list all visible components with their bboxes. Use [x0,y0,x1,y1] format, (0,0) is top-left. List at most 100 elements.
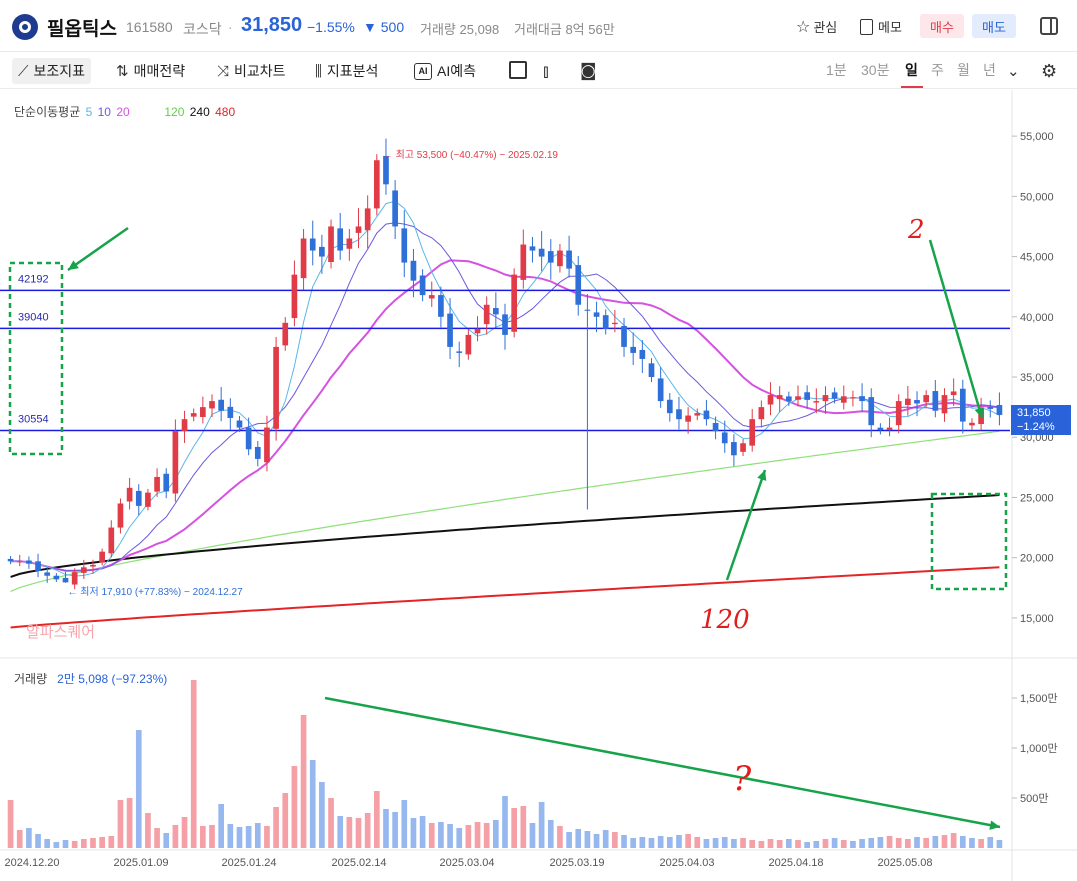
compare-label: 비교차트 [234,63,286,79]
volume-bar [309,760,316,848]
indicators-button[interactable]: ⟋ 보조지표 [12,58,92,84]
candle-body [877,427,884,431]
watch-button[interactable]: ☆ 관심 [796,14,837,39]
period-year[interactable]: 년 [983,60,996,80]
ai-predict-button[interactable]: AI AI예측 [414,58,476,84]
volume-bar [547,820,554,848]
volume-bar [795,840,801,848]
volume-bar [7,800,14,848]
separator-dot: · [228,19,233,35]
volume-bar [758,841,765,848]
side-panel-icon[interactable] [1040,17,1058,35]
volume-bar [337,816,344,848]
ma240-label: 240 [189,105,210,119]
candle-body [493,308,499,315]
y-tick-label: 50,000 [1020,191,1054,203]
sell-button[interactable]: 매도 [972,14,1016,38]
square-tool-icon[interactable] [509,61,527,79]
period-1min[interactable]: 1분 [826,60,847,80]
camera-icon[interactable]: ◙ [580,58,602,84]
candle-body [767,395,774,405]
volume-bar [932,836,939,848]
volume-bar [566,832,572,848]
candle-body [419,275,426,296]
candle-body [483,304,490,325]
candle-body [346,238,353,249]
watermark: 알파스퀘어 [26,624,96,641]
high-annotation: ← 최고 53,500 (−40.47%) − 2025.02.19 [383,149,559,161]
candle-body [309,238,316,251]
x-tick-label: 2025.05.08 [877,857,932,869]
candle-body [401,228,408,263]
volume-bar [282,793,289,848]
volume-bar [154,828,160,848]
strategy-button[interactable]: ⇅ 매매전략 [116,58,185,84]
candle-body [740,443,746,452]
x-tick-label: 2024.12.20 [4,857,59,869]
candle-body [905,398,911,406]
volume-tick-label: 500만 [1020,792,1048,805]
period-week[interactable]: 주 [931,60,944,80]
volume-bar [392,812,398,848]
volume-bar [117,800,124,848]
candle-body [99,551,105,563]
volume-bar [209,825,215,848]
period-30min[interactable]: 30분 [861,60,889,80]
volume-bar [502,796,508,848]
period-month[interactable]: 월 [957,60,970,80]
volume-bar [200,826,206,848]
volume-bar [383,809,389,848]
volume-bar [914,837,920,848]
memo-icon [860,18,873,35]
annotation-arrow-ma120 [725,469,767,581]
ma480-label: 480 [215,105,236,119]
star-icon: ☆ [796,17,811,36]
volume-bar [529,823,536,848]
chevron-down-icon[interactable]: ⌄ [1007,58,1025,84]
volume-bar [804,842,810,848]
y-tick-label: 20,000 [1020,553,1054,565]
analysis-button[interactable]: ⫼ 지표분석 [315,58,378,84]
x-tick-label: 2025.04.03 [659,857,714,869]
volume-bar [630,838,637,848]
candle-body [126,487,133,502]
volume-bar [950,833,957,848]
trade-amount-info: 거래대금 8억 56만 [514,22,615,37]
volume-bar [355,818,362,848]
compare-button[interactable]: ⤨ 비교차트 [217,58,286,84]
ma20-label: 20 [116,105,130,119]
volume-bar [346,817,353,848]
volume-tick-label: 1,000만 [1020,742,1058,755]
strategy-label: 매매전략 [133,63,186,79]
volume-bar [923,838,930,848]
price-chart[interactable]: 55,00050,00045,00040,00035,00030,00025,0… [0,90,1077,881]
low-annotation: ← 최저 17,910 (+77.83%) − 2024.12.27 [68,586,244,598]
candle-body [749,419,756,446]
handwritten-120: 120 [700,605,750,635]
market-label: 코스닥 [183,21,222,37]
horizontal-line-label: 30554 [18,414,49,426]
x-tick-label: 2025.03.04 [439,857,494,869]
memo-button[interactable]: 메모 [860,14,902,39]
horizontal-line-label: 42192 [18,273,49,285]
volume-bar [108,836,115,848]
volume-bar [273,807,279,848]
candle-type-icon[interactable]: ⫾ [543,58,554,84]
y-tick-label: 35,000 [1020,372,1054,384]
ma10-label: 10 [97,105,111,119]
candle-body [337,228,344,251]
buy-button[interactable]: 매수 [920,14,964,38]
x-tick-label: 2025.01.24 [221,857,276,869]
volume-bar [657,836,664,848]
ma120-label: 120 [164,105,185,119]
candle-body [154,476,160,492]
handwritten-2: 2 [907,215,925,245]
candle-body [721,432,728,444]
candle-body [840,396,847,403]
settings-icon[interactable]: ⚙ [1041,58,1062,84]
current-price-tag: 31,850 −1.24% [1011,405,1071,435]
period-day[interactable]: 일 [905,60,918,80]
candle-body [456,351,463,353]
volume-bar [621,835,627,848]
candle-body [35,561,41,571]
